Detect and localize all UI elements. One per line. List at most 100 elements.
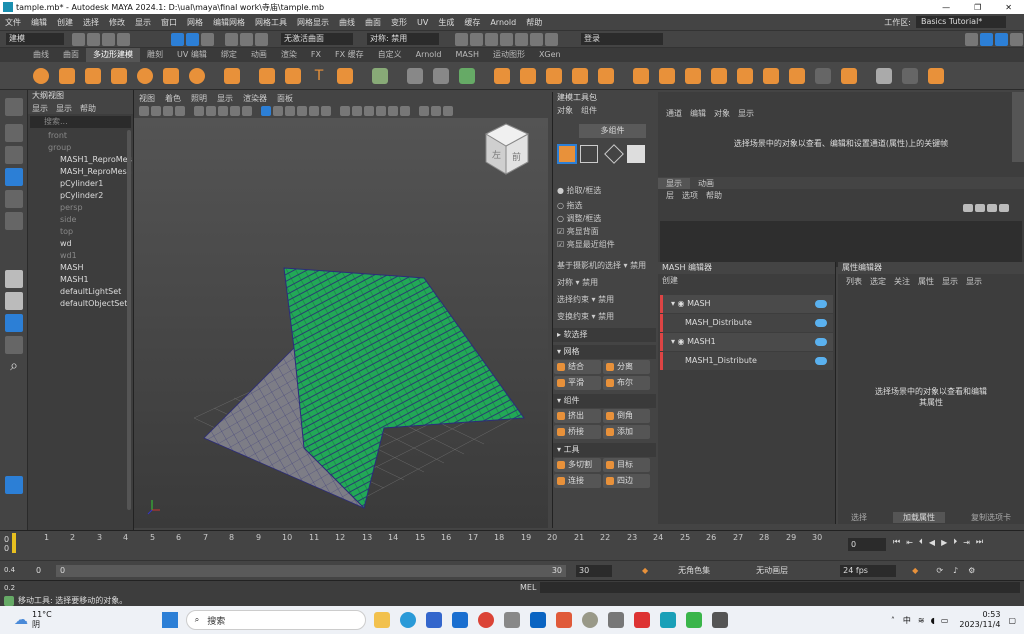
shelf-tab[interactable]: 雕刻 — [140, 48, 170, 62]
modeling-toolkit-icon[interactable] — [965, 32, 978, 46]
menu-item[interactable]: UV — [412, 18, 433, 27]
outliner-item[interactable]: defaultObjectSet — [28, 298, 133, 310]
store-icon[interactable] — [425, 612, 442, 628]
step-forward-key-icon[interactable]: ⇥ — [960, 538, 973, 547]
svg-tool-icon[interactable] — [337, 67, 353, 84]
outliner-item[interactable]: MASH_ReproMesh — [28, 166, 133, 178]
pause-icon[interactable] — [545, 32, 558, 46]
step-forward-icon[interactable]: ⏵ — [950, 537, 960, 547]
resolution-gate-icon[interactable] — [218, 106, 228, 116]
poly-plane-icon[interactable] — [163, 67, 179, 84]
select-constraint-row[interactable]: 选择约束 ▾ 禁用 — [553, 291, 656, 308]
tray-chevron-icon[interactable]: ˄ — [887, 616, 899, 625]
toolkit-menu-item[interactable]: 组件 — [577, 105, 601, 116]
wifi-icon[interactable]: ≋ — [915, 616, 928, 625]
current-frame-field[interactable]: 0 — [848, 538, 886, 551]
mash-node-row[interactable]: MASH1_Distribute — [660, 352, 833, 370]
type-tool-icon[interactable]: T — [311, 68, 327, 84]
collapse-icon[interactable] — [789, 67, 805, 84]
mash-network-row[interactable]: ▾ ◉ MASH — [660, 295, 833, 313]
freeze-transform-icon[interactable] — [459, 67, 475, 84]
layer-up-icon[interactable] — [987, 204, 997, 212]
render-settings-icon[interactable] — [500, 32, 513, 46]
range-slider[interactable]: 0 30 — [56, 564, 566, 577]
outliner-toggle-icon[interactable] — [1010, 32, 1023, 46]
attr-menu-item[interactable]: 显示 — [962, 276, 986, 287]
single-view-icon[interactable] — [5, 270, 23, 288]
mail-icon[interactable] — [451, 612, 468, 628]
play-forward-icon[interactable]: ▶ — [938, 538, 950, 547]
load-attributes-button[interactable]: 加载属性 — [893, 511, 945, 523]
image-plane-icon[interactable] — [175, 106, 185, 116]
go-to-end-icon[interactable]: ⏭ — [973, 537, 986, 547]
tools-section-header[interactable]: ▾ 工具 — [553, 443, 656, 457]
drag-select-radio[interactable]: ○ 拖选 — [553, 199, 656, 212]
volume-icon[interactable]: ◖ — [928, 616, 938, 625]
shelf-tab[interactable]: MASH — [448, 48, 485, 62]
wechat-icon[interactable] — [685, 612, 702, 628]
poly-cylinder-icon[interactable] — [85, 67, 101, 84]
depth-of-field-icon[interactable] — [400, 106, 410, 116]
layer-menu-item[interactable]: 帮助 — [702, 190, 726, 201]
edge-icon[interactable] — [399, 612, 416, 628]
key-icon[interactable]: ◆ — [912, 566, 918, 575]
sweep-mesh-icon[interactable] — [259, 67, 275, 84]
face-mode-icon[interactable] — [627, 145, 645, 163]
lasso-tool-icon[interactable] — [5, 124, 23, 142]
select-tool-icon[interactable] — [5, 98, 23, 116]
menu-item[interactable]: 曲面 — [360, 17, 386, 28]
channel-menu-item[interactable]: 显示 — [734, 108, 758, 119]
attr-menu-item[interactable]: 选定 — [866, 276, 890, 287]
menu-item[interactable]: Arnold — [485, 18, 521, 27]
poly-torus-icon[interactable] — [137, 67, 153, 84]
shelf-tab[interactable]: 动画 — [244, 48, 274, 62]
rotate-tool-icon[interactable] — [5, 190, 23, 208]
poly-disc-icon[interactable] — [189, 67, 205, 84]
knife-icon[interactable] — [876, 67, 892, 84]
mash-network-row[interactable]: ▾ ◉ MASH1 — [660, 333, 833, 351]
viewport-menu-item[interactable]: 显示 — [212, 93, 238, 104]
battery-icon[interactable]: ▭ — [938, 616, 952, 625]
auto-key-icon[interactable]: ◆ — [642, 566, 648, 575]
mash-toggle[interactable] — [815, 319, 827, 327]
outliner-item[interactable]: wd1 — [28, 250, 133, 262]
channel-menu-item[interactable]: 对象 — [710, 108, 734, 119]
select-object-icon[interactable] — [186, 32, 199, 46]
photos-icon[interactable] — [555, 612, 572, 628]
center-pivot-icon[interactable] — [433, 67, 449, 84]
boolean-button[interactable]: 布尔 — [603, 376, 650, 390]
menu-item[interactable]: 编辑网格 — [208, 17, 250, 28]
gamma-icon[interactable] — [431, 106, 441, 116]
shelf-tab[interactable]: XGen — [532, 48, 568, 62]
fps-select[interactable]: 24 fps — [840, 564, 897, 577]
layer-tab-display[interactable]: 显示 — [658, 177, 690, 189]
shelf-tab[interactable]: FX — [304, 48, 328, 62]
ambient-occlusion-icon[interactable] — [364, 106, 374, 116]
move-tool-icon[interactable] — [5, 168, 23, 186]
menu-item[interactable]: 编辑 — [26, 17, 52, 28]
target-weld-button[interactable]: 目标 — [603, 458, 650, 472]
shelf-tab[interactable]: 绑定 — [214, 48, 244, 62]
arnold-render-icon[interactable] — [530, 32, 543, 46]
close-button[interactable]: ✕ — [993, 3, 1024, 12]
menu-item[interactable]: 缓存 — [459, 17, 485, 28]
viewport-menu-item[interactable]: 面板 — [272, 93, 298, 104]
smooth-icon[interactable] — [546, 67, 562, 84]
mode-select[interactable]: 建模 — [6, 33, 64, 45]
channel-menu-item[interactable]: 通道 — [662, 108, 686, 119]
bridge-button[interactable]: 桥接 — [554, 425, 601, 439]
two-view-icon[interactable] — [5, 314, 23, 332]
render-frame-icon[interactable] — [455, 32, 468, 46]
clock[interactable]: 0:53 2023/11/4 — [959, 610, 1000, 630]
minimize-button[interactable]: — — [930, 3, 962, 12]
poly-cone-icon[interactable] — [111, 67, 127, 84]
channel-box-icon[interactable] — [995, 32, 1008, 46]
combine-button[interactable]: 结合 — [554, 360, 601, 374]
soft-select-section[interactable]: ▸ 软选择 — [553, 328, 656, 342]
multi-cut-button[interactable]: 多切割 — [554, 458, 601, 472]
outliner-item[interactable]: defaultLightSet — [28, 286, 133, 298]
vertex-mode-icon[interactable] — [580, 145, 598, 163]
wireframe-icon[interactable] — [261, 106, 271, 116]
viewport-menu-item[interactable]: 视图 — [134, 93, 160, 104]
outliner-item[interactable]: persp — [28, 202, 133, 214]
